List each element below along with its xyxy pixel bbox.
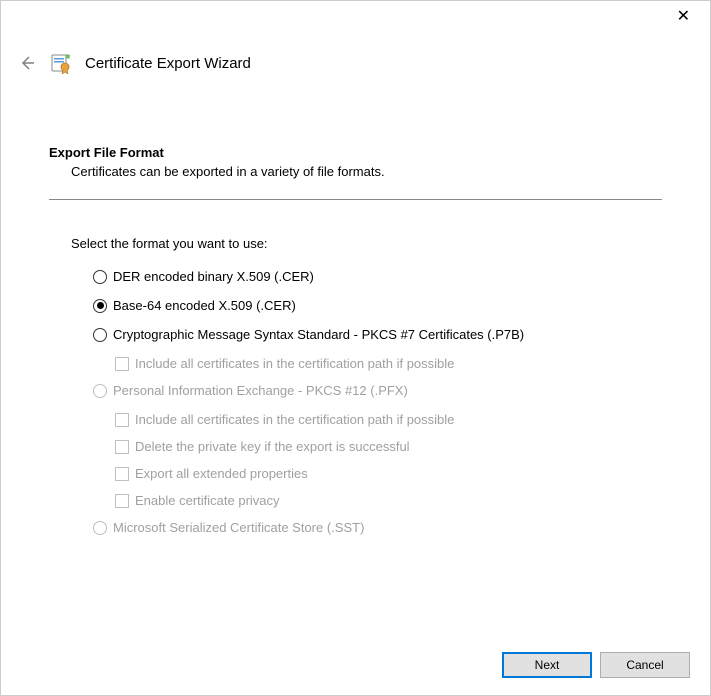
- back-arrow-icon: [18, 54, 36, 72]
- checkbox-icon: [115, 494, 129, 508]
- checkbox-icon: [115, 467, 129, 481]
- radio-icon: [93, 384, 107, 398]
- checkbox-pfx-include: Include all certificates in the certific…: [115, 412, 662, 427]
- wizard-header: Certificate Export Wizard: [1, 37, 710, 85]
- content-area: Export File Format Certificates can be e…: [1, 85, 710, 535]
- checkbox-pkcs7-include: Include all certificates in the certific…: [115, 356, 662, 371]
- back-button[interactable]: [17, 53, 37, 73]
- radio-label: Base-64 encoded X.509 (.CER): [113, 298, 296, 313]
- certificate-icon: [49, 51, 73, 75]
- checkbox-pfx-delete: Delete the private key if the export is …: [115, 439, 662, 454]
- checkbox-label: Enable certificate privacy: [135, 493, 280, 508]
- checkbox-icon: [115, 413, 129, 427]
- checkbox-icon: [115, 440, 129, 454]
- checkbox-label: Export all extended properties: [135, 466, 308, 481]
- radio-icon: [93, 299, 107, 313]
- radio-pfx: Personal Information Exchange - PKCS #12…: [93, 383, 662, 398]
- radio-base64[interactable]: Base-64 encoded X.509 (.CER): [93, 298, 662, 313]
- wizard-title: Certificate Export Wizard: [85, 55, 251, 72]
- radio-label: Microsoft Serialized Certificate Store (…: [113, 520, 364, 535]
- radio-icon: [93, 521, 107, 535]
- radio-label: Cryptographic Message Syntax Standard - …: [113, 327, 524, 342]
- radio-icon: [93, 270, 107, 284]
- section-title: Export File Format: [49, 145, 662, 160]
- checkbox-icon: [115, 357, 129, 371]
- divider: [49, 199, 662, 200]
- titlebar: ✕: [1, 1, 710, 37]
- instruction-text: Select the format you want to use:: [49, 236, 662, 251]
- checkbox-pfx-privacy: Enable certificate privacy: [115, 493, 662, 508]
- footer: Next Cancel: [1, 635, 710, 695]
- format-options: DER encoded binary X.509 (.CER) Base-64 …: [49, 269, 662, 535]
- radio-sst: Microsoft Serialized Certificate Store (…: [93, 520, 662, 535]
- radio-label: DER encoded binary X.509 (.CER): [113, 269, 314, 284]
- checkbox-label: Delete the private key if the export is …: [135, 439, 410, 454]
- section-description: Certificates can be exported in a variet…: [49, 164, 662, 179]
- checkbox-label: Include all certificates in the certific…: [135, 356, 454, 371]
- radio-pkcs7[interactable]: Cryptographic Message Syntax Standard - …: [93, 327, 662, 342]
- radio-der[interactable]: DER encoded binary X.509 (.CER): [93, 269, 662, 284]
- cancel-button[interactable]: Cancel: [600, 652, 690, 678]
- checkbox-pfx-export: Export all extended properties: [115, 466, 662, 481]
- radio-icon: [93, 328, 107, 342]
- checkbox-label: Include all certificates in the certific…: [135, 412, 454, 427]
- close-button[interactable]: ✕: [669, 7, 698, 27]
- next-button[interactable]: Next: [502, 652, 592, 678]
- radio-label: Personal Information Exchange - PKCS #12…: [113, 383, 408, 398]
